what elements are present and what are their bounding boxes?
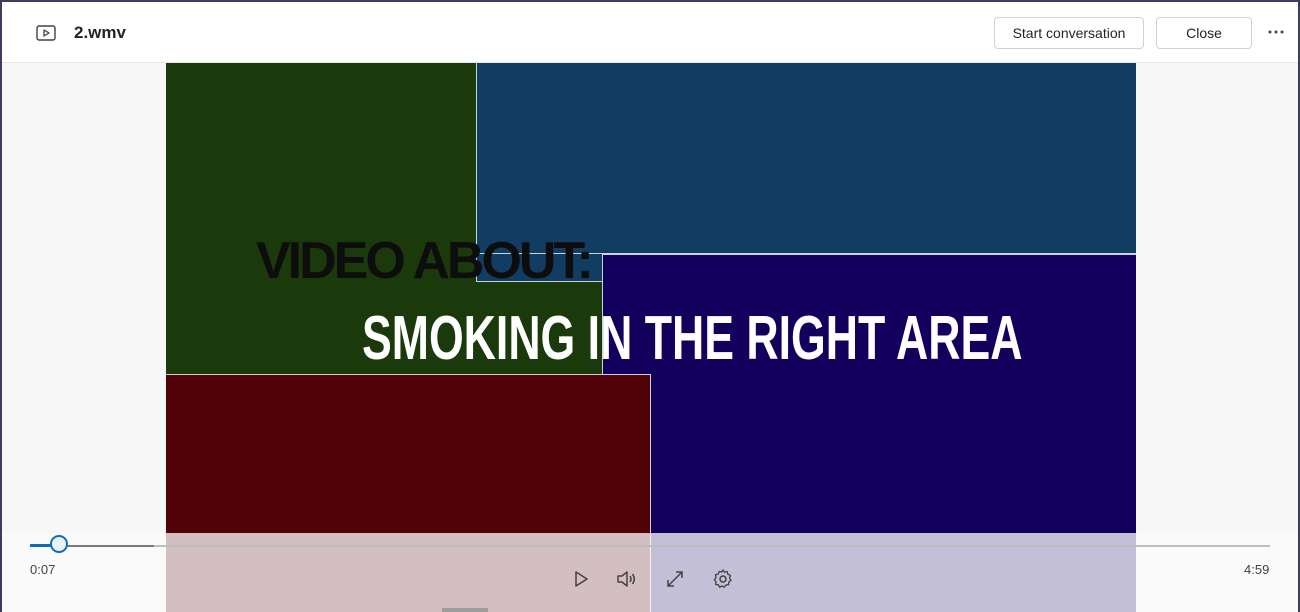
seek-buffered bbox=[62, 545, 154, 547]
file-title: 2.wmv bbox=[74, 23, 126, 42]
video-caption-line2: SMOKING IN THE RIGHT AREA bbox=[362, 304, 1023, 373]
volume-icon[interactable] bbox=[614, 567, 638, 591]
close-button[interactable]: Close bbox=[1156, 17, 1252, 49]
more-options-icon[interactable] bbox=[1266, 26, 1286, 38]
settings-gear-icon[interactable] bbox=[711, 567, 735, 591]
video-caption-line1: VIDEO ABOUT: bbox=[256, 232, 594, 290]
overlay-scroll-indicator bbox=[442, 608, 488, 612]
seek-bar[interactable] bbox=[30, 545, 1270, 547]
video-frame[interactable]: VIDEO ABOUT: SMOKING IN THE RIGHT AREA bbox=[166, 63, 1136, 612]
play-icon[interactable] bbox=[568, 567, 592, 591]
start-conversation-button[interactable]: Start conversation bbox=[994, 17, 1144, 49]
current-time: 0:07 bbox=[30, 562, 56, 577]
total-duration: 4:59 bbox=[1244, 562, 1270, 577]
player-stage: VIDEO ABOUT: SMOKING IN THE RIGHT AREA 0… bbox=[2, 63, 1298, 612]
seek-thumb[interactable] bbox=[49, 535, 68, 553]
viewer-header: 2.wmv Start conversation Close bbox=[2, 2, 1298, 63]
video-file-icon bbox=[36, 25, 56, 41]
fullscreen-icon[interactable] bbox=[663, 567, 687, 591]
video-panel-blue bbox=[476, 63, 1136, 254]
